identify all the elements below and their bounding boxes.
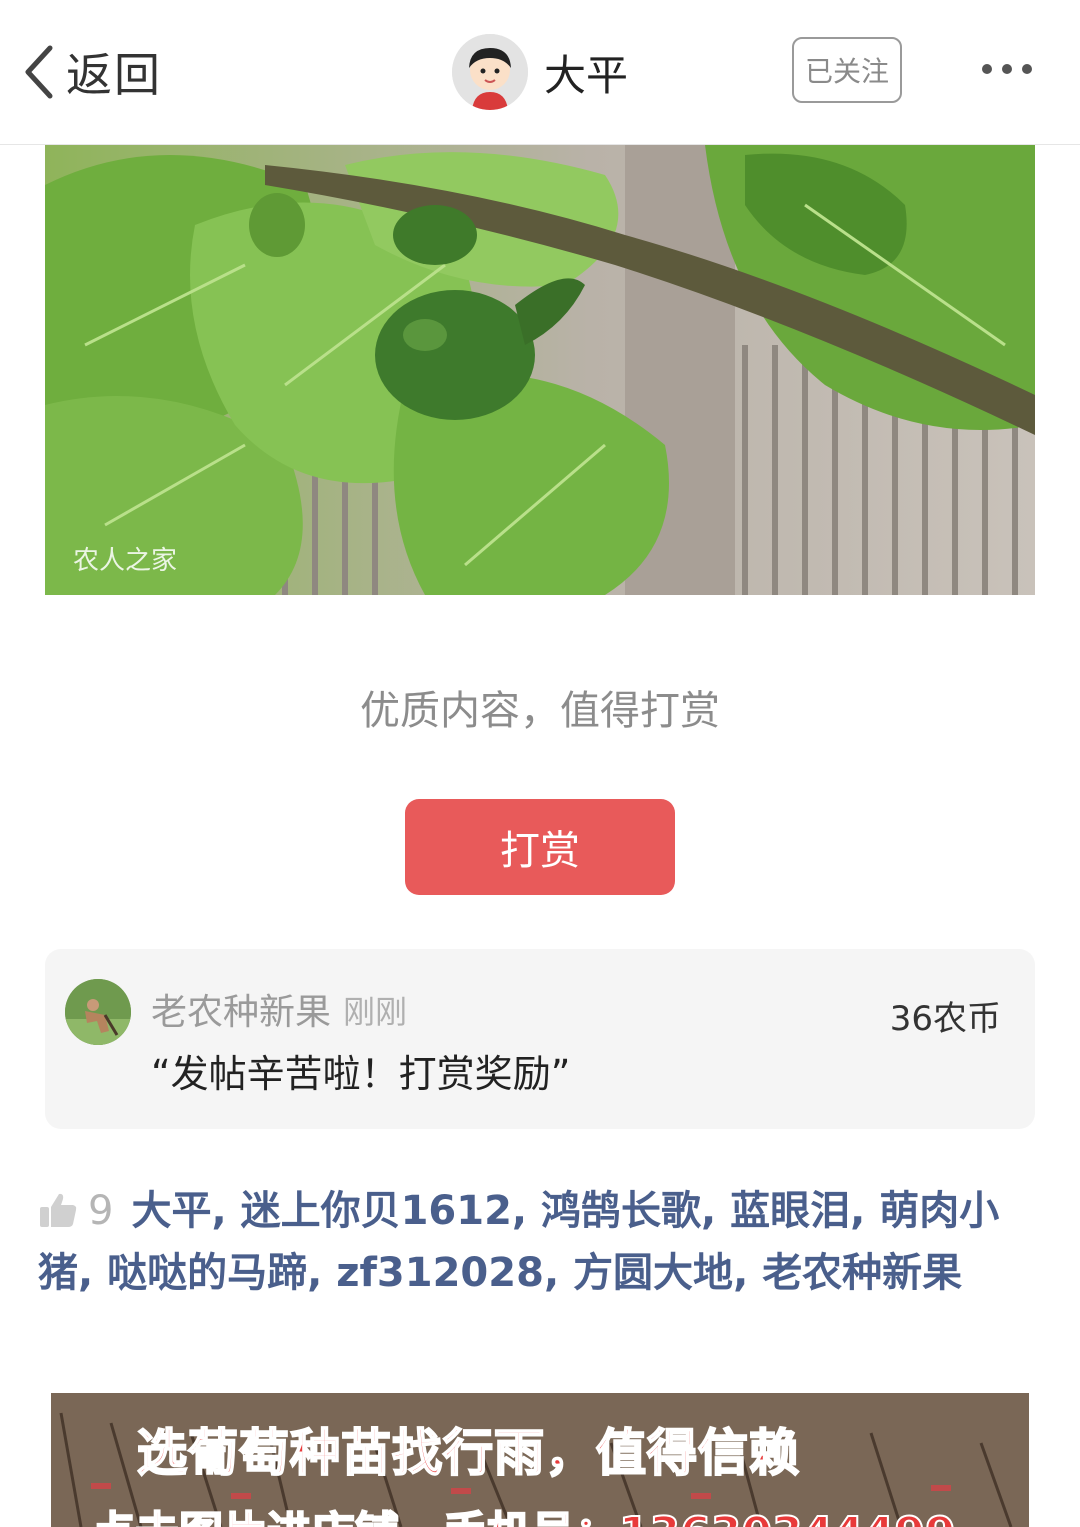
like-count: 9: [88, 1188, 114, 1234]
separator: ,: [211, 1188, 241, 1234]
author-info[interactable]: 大平: [452, 34, 628, 110]
likes-list: 9 大平, 迷上你贝1612, 鸿鹄长歌, 蓝眼泪, 萌肉小猪, 哒哒的马蹄, z…: [38, 1180, 1038, 1304]
like-user-link[interactable]: 鸿鹄长歌: [541, 1188, 701, 1234]
like-user-link[interactable]: 哒哒的马蹄: [107, 1250, 307, 1296]
more-options-icon[interactable]: [982, 64, 1032, 74]
ad-banner[interactable]: 选葡萄种苗找行雨，值得信赖 点击图片进店铺，手机号：13630344499: [51, 1393, 1029, 1527]
post-image[interactable]: 农人之家: [45, 145, 1035, 595]
reward-message: “发帖辛苦啦！打赏奖励”: [151, 1052, 571, 1096]
reward-tip-text: 优质内容，值得打赏: [360, 688, 720, 734]
farmer-photo-avatar-icon: [65, 979, 131, 1045]
ad-subtitle: 点击图片进店铺，手机号：13630344499: [90, 1497, 957, 1527]
ad-title: 选葡萄种苗找行雨，值得信赖: [136, 1423, 800, 1483]
fig-branch-photo: [45, 145, 1035, 595]
chevron-left-icon: [25, 45, 53, 99]
like-user-link[interactable]: 老农种新果: [762, 1250, 962, 1296]
like-user-link[interactable]: 方圆大地: [573, 1250, 733, 1296]
reward-time: 刚刚: [343, 993, 408, 1031]
like-user-link[interactable]: 蓝眼泪: [730, 1188, 850, 1234]
separator: ,: [307, 1250, 337, 1296]
back-button[interactable]: 返回: [22, 40, 162, 104]
author-name[interactable]: 大平: [544, 42, 628, 103]
reward-record-card: 老农种新果 刚刚 36农币 “发帖辛苦啦！打赏奖励”: [45, 949, 1035, 1129]
reward-amount: 36农币: [889, 999, 1001, 1039]
like-user-link[interactable]: 迷上你贝1612: [241, 1188, 512, 1234]
separator: ,: [511, 1188, 542, 1234]
like-users: 大平, 迷上你贝1612, 鸿鹄长歌, 蓝眼泪, 萌肉小猪, 哒哒的马蹄, zf…: [38, 1188, 999, 1296]
back-label: 返回: [66, 48, 162, 102]
separator: ,: [850, 1188, 880, 1234]
like-user-link[interactable]: zf312028: [336, 1250, 544, 1296]
separator: ,: [733, 1250, 763, 1296]
top-nav-bar: 返回 大平 已关注: [0, 0, 1080, 145]
rewarder-name[interactable]: 老农种新果: [151, 983, 331, 1035]
follow-button[interactable]: 已关注: [792, 37, 902, 103]
separator: ,: [78, 1250, 108, 1296]
thumbs-up-icon[interactable]: [38, 1190, 78, 1230]
author-avatar[interactable]: [452, 34, 528, 110]
like-user-link[interactable]: 大平: [131, 1188, 211, 1234]
watermark: 农人之家: [73, 546, 178, 576]
reward-button[interactable]: 打赏: [405, 799, 675, 895]
separator: ,: [543, 1250, 574, 1296]
rewarder-avatar[interactable]: [65, 979, 131, 1045]
cartoon-boy-avatar-icon: [452, 34, 528, 110]
separator: ,: [701, 1188, 731, 1234]
